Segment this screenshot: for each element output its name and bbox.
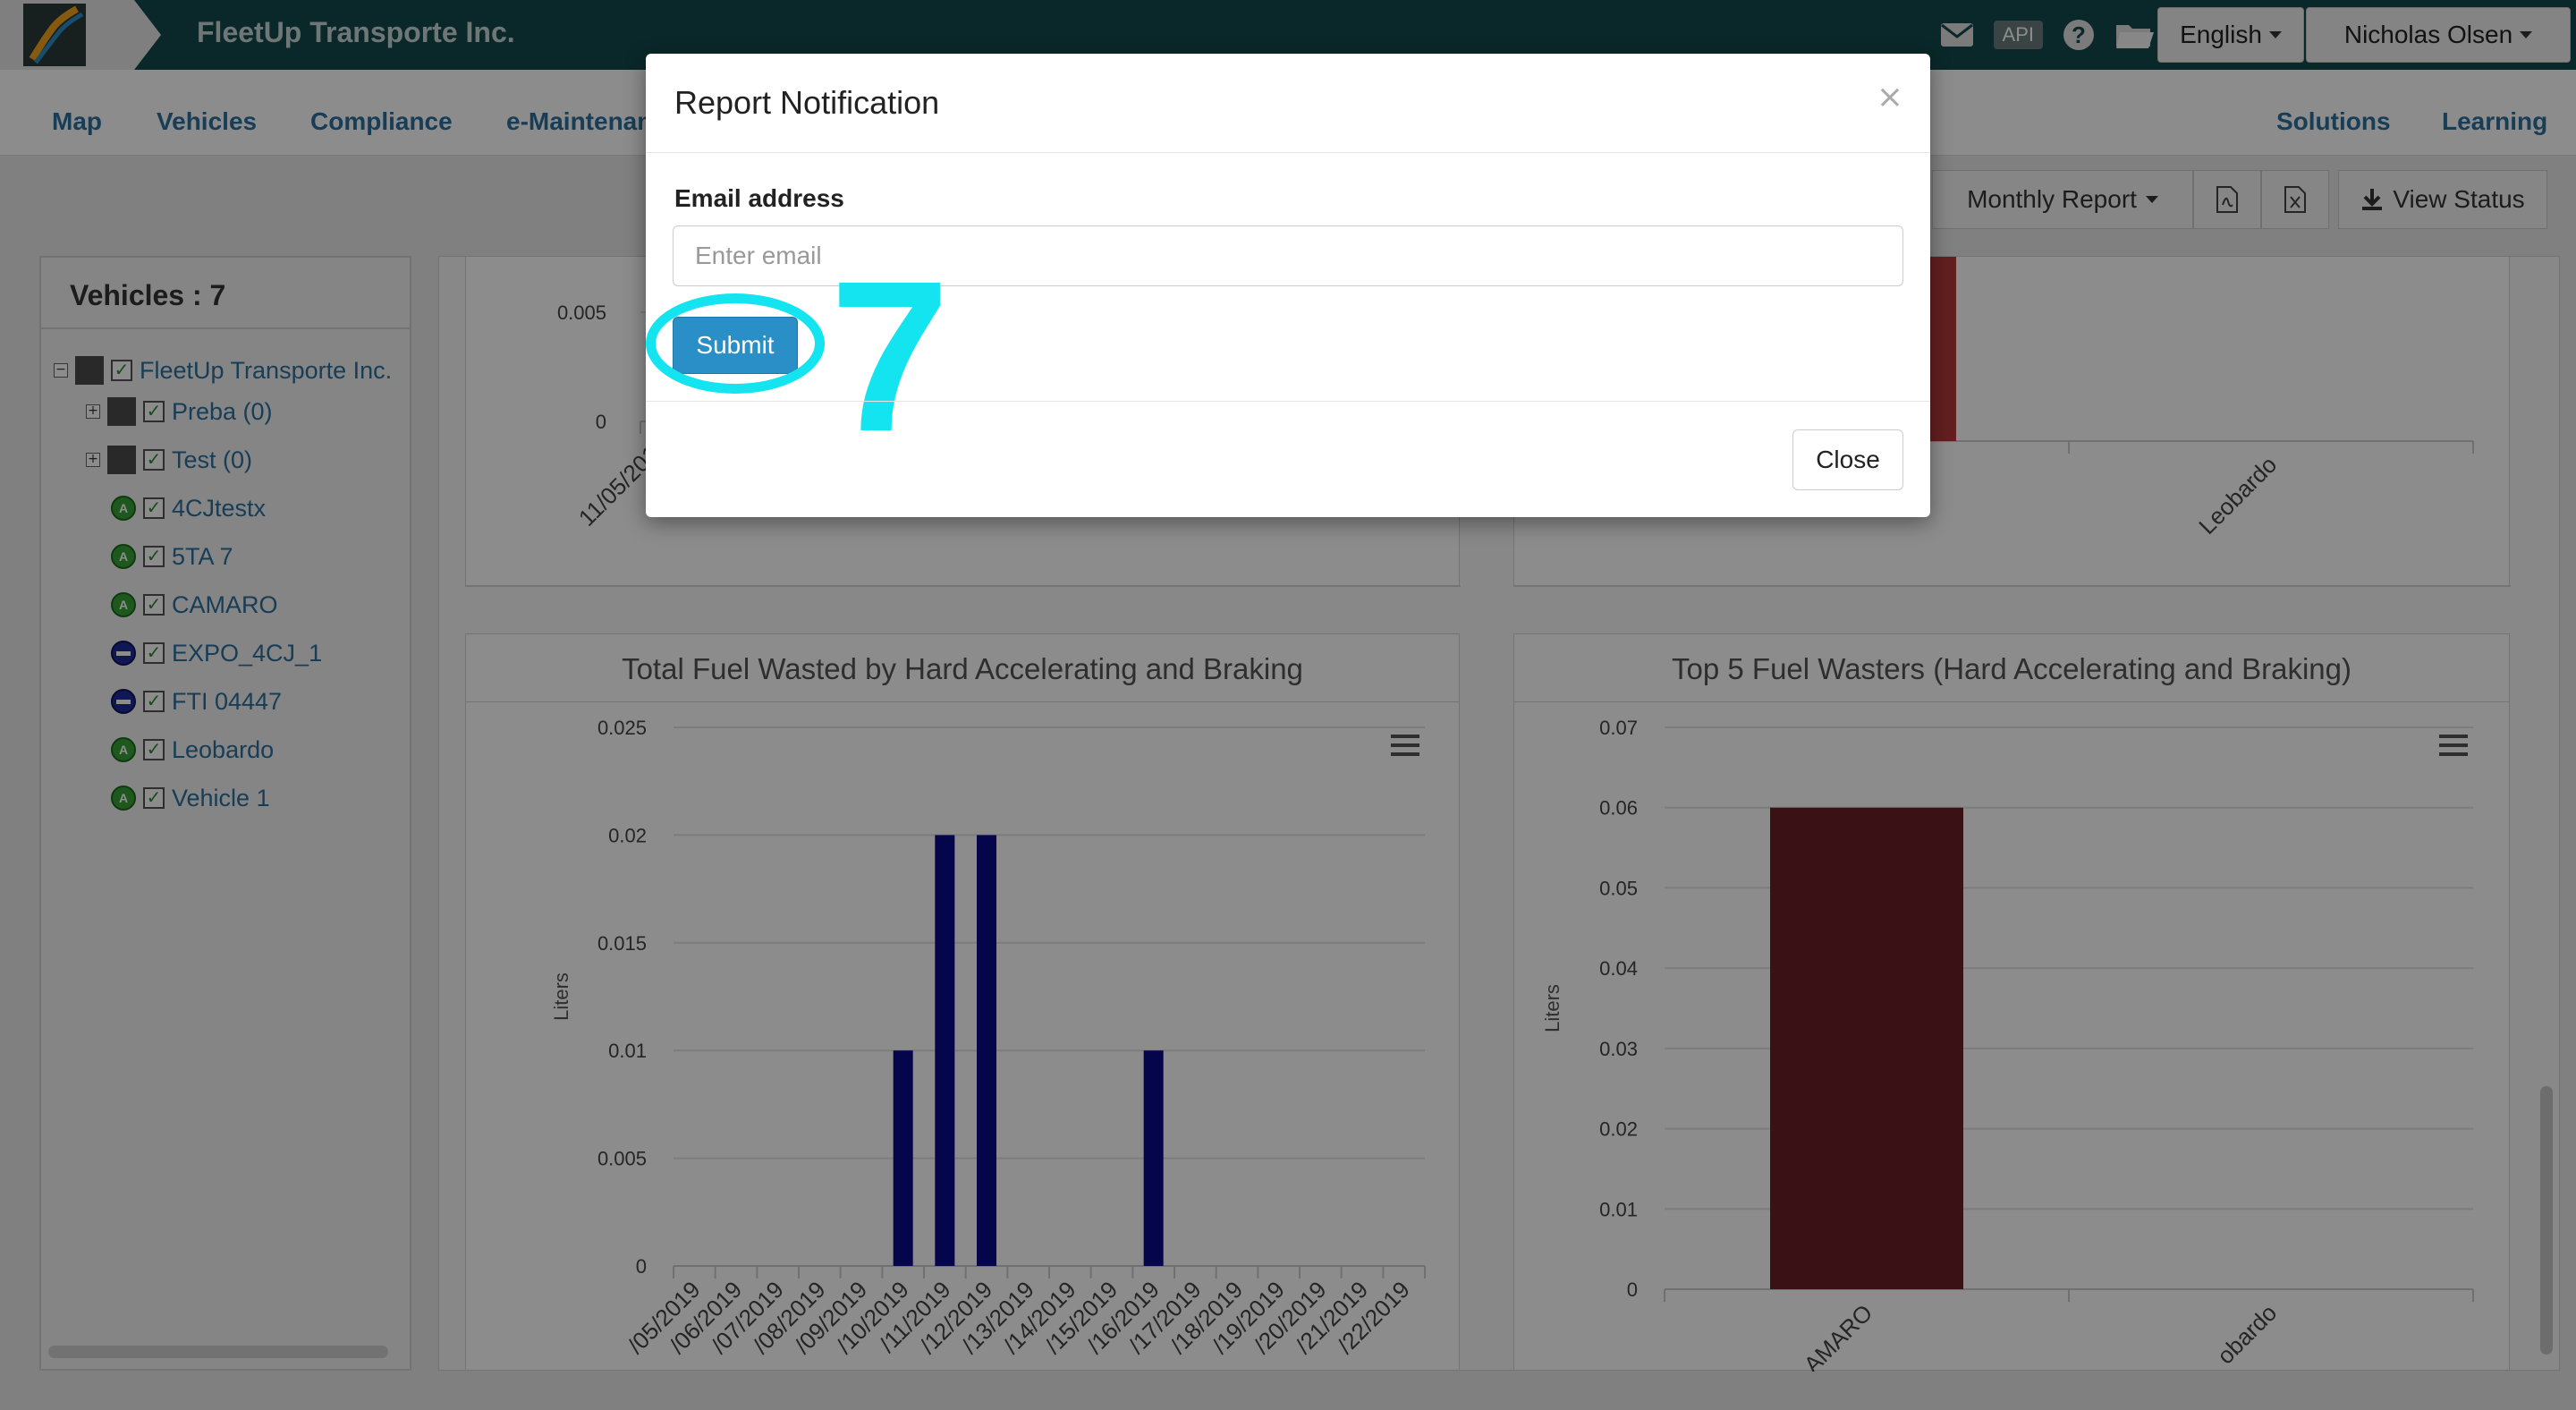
close-button[interactable]: Close (1792, 429, 1903, 490)
email-label: Email address (674, 184, 844, 212)
report-notification-modal: Report Notification × Email address Subm… (646, 54, 1930, 517)
close-icon[interactable]: × (1877, 79, 1903, 115)
modal-footer-divider (646, 401, 1930, 402)
modal-title: Report Notification (674, 84, 940, 121)
tutorial-step-number: 7 (830, 236, 950, 476)
modal-header-divider (646, 152, 1930, 153)
tutorial-highlight-ring (646, 293, 825, 394)
